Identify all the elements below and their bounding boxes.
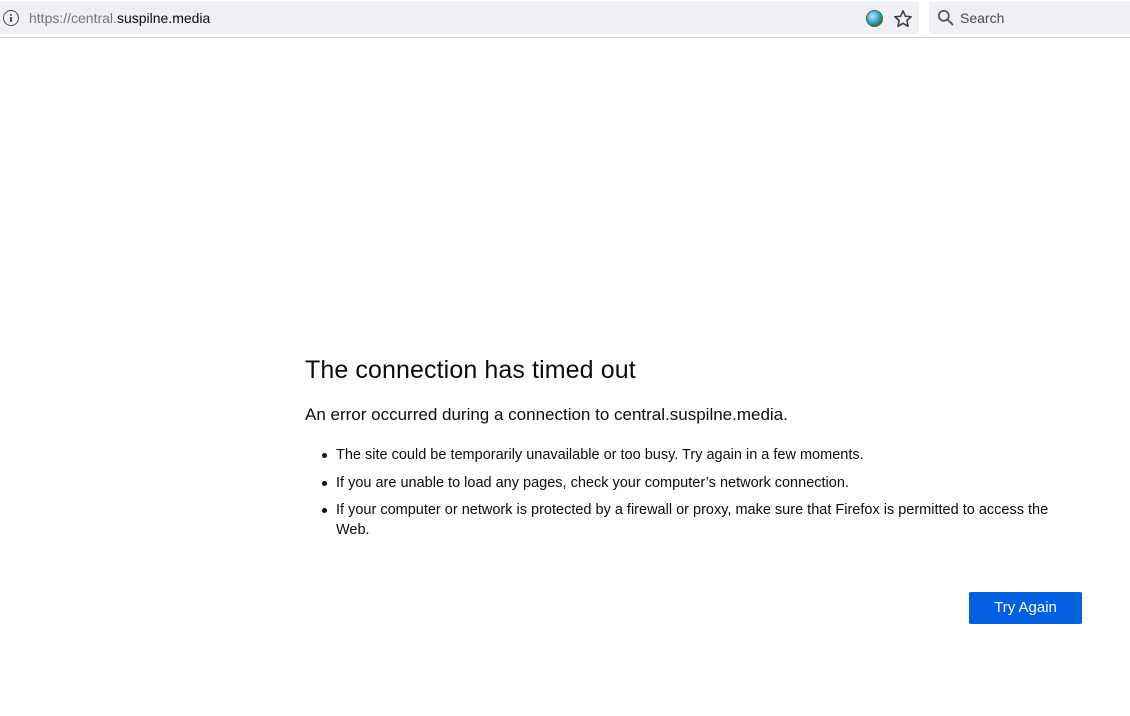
globe-icon[interactable] <box>866 10 883 27</box>
info-icon[interactable] <box>3 10 19 26</box>
search-input[interactable]: Search <box>960 10 1004 27</box>
try-again-button[interactable]: Try Again <box>969 592 1082 624</box>
list-item: The site could be temporarily unavailabl… <box>322 445 1085 465</box>
error-page: The connection has timed out An error oc… <box>305 352 1085 548</box>
error-title: The connection has timed out <box>305 356 636 384</box>
star-icon[interactable] <box>892 8 914 30</box>
url-host: suspilne.media <box>116 10 211 26</box>
url-text[interactable]: https://central.suspilne.media <box>29 10 210 27</box>
browser-toolbar: https://central.suspilne.media Search <box>0 0 1130 38</box>
list-item: If your computer or network is protected… <box>322 500 1085 540</box>
list-item: If you are unable to load any pages, che… <box>322 473 1085 493</box>
search-icon <box>938 10 954 26</box>
error-description: An error occurred during a connection to… <box>305 405 788 424</box>
address-bar[interactable]: https://central.suspilne.media <box>0 1 919 34</box>
error-suggestions: The site could be temporarily unavailabl… <box>305 445 1085 540</box>
url-prefix: https://central. <box>29 10 117 26</box>
search-bar[interactable]: Search <box>929 1 1130 34</box>
